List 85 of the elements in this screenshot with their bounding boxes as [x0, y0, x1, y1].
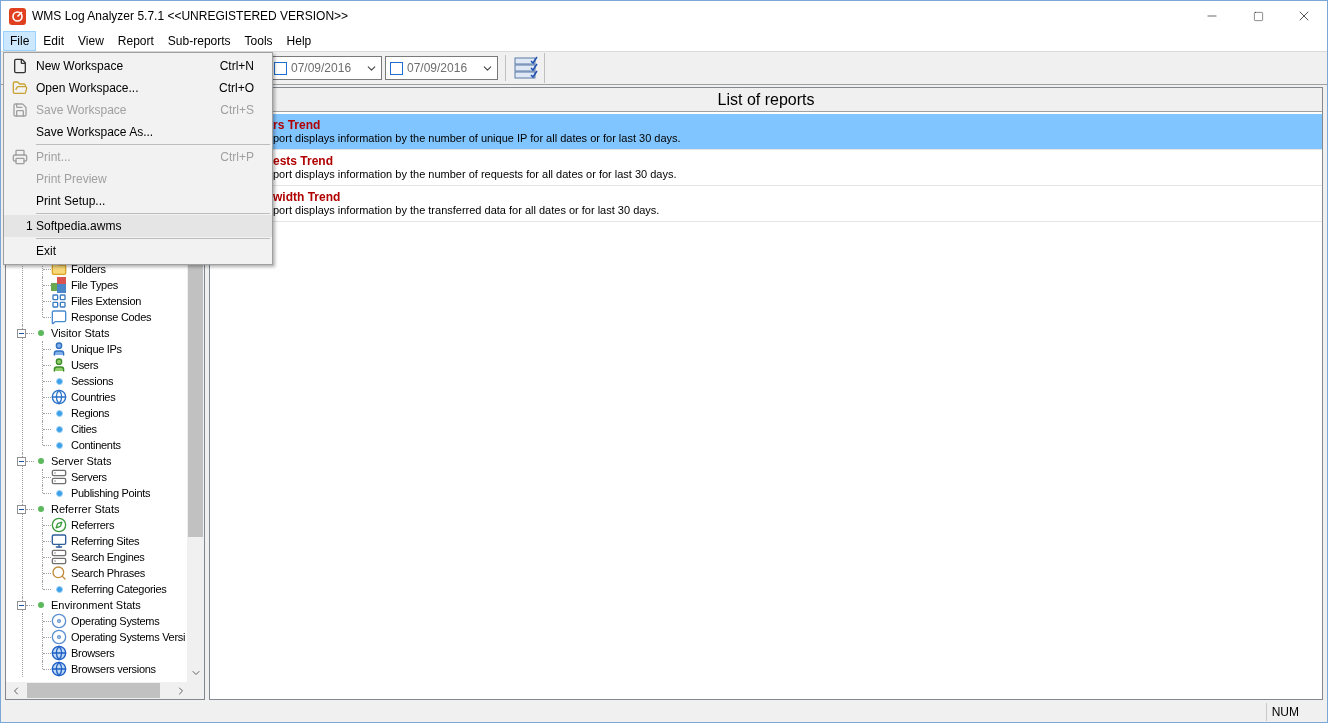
tree-item[interactable]: Referrers	[71, 516, 115, 534]
window-title: WMS Log Analyzer 5.7.1 <<UNREGISTERED VERSION>>	[32, 8, 349, 25]
cubes-icon	[51, 277, 67, 293]
tree-item[interactable]: Users	[71, 356, 99, 374]
menu-item[interactable]: Sub-reports	[160, 31, 238, 51]
tree-item[interactable]: Countries	[71, 388, 116, 406]
server-icon	[51, 469, 67, 485]
scrollbar-thumb[interactable]	[27, 683, 160, 698]
tree-item[interactable]: Operating Systems	[71, 612, 160, 630]
tree-item[interactable]: Unique IPs	[71, 340, 122, 358]
tree-group[interactable]: Environment Stats	[51, 596, 141, 614]
report-description: port displays information by the number of requests for all dates or for last 30 days.	[273, 168, 678, 181]
menu-item[interactable]: File	[3, 31, 37, 51]
bullet-icon	[55, 377, 63, 385]
tree-item[interactable]: Operating Systems Versi	[71, 628, 186, 646]
tree-item[interactable]: Continents	[71, 436, 121, 454]
menu-item[interactable]: Report	[110, 31, 161, 51]
date-field[interactable]: 07/09/2016	[385, 56, 498, 80]
tree-item[interactable]: Search Phrases	[71, 564, 146, 582]
bullet-icon	[55, 409, 63, 417]
columns-button[interactable]	[513, 55, 539, 81]
menu-entry[interactable]: Print Setup...	[4, 190, 272, 212]
tree-group[interactable]: Referrer Stats	[51, 500, 120, 518]
report-title: ests Trend	[273, 154, 335, 168]
printer-icon	[12, 149, 28, 165]
user-icon	[51, 357, 67, 373]
grid-icon	[51, 293, 67, 309]
menu-item[interactable]: Edit	[36, 31, 72, 51]
recent-file-item[interactable]: 1 Softpedia.awms	[4, 215, 272, 237]
tree-item[interactable]: Browsers versions	[71, 660, 156, 678]
magnifier-icon	[51, 565, 67, 581]
folder-icon	[12, 80, 28, 96]
num-lock-indicator: NUM	[1265, 703, 1307, 721]
bullet-icon	[55, 585, 63, 593]
tree-item[interactable]: Search Engines	[71, 548, 145, 566]
report-row[interactable]: rs Trend port displays information by the number of unique IP for all dates or for last 30 days.	[272, 114, 1322, 150]
maximize-icon	[1252, 10, 1264, 22]
tree-item[interactable]: Response Codes	[71, 308, 152, 326]
disc-icon	[51, 629, 67, 645]
user-icon	[51, 341, 67, 357]
server-icon	[51, 549, 67, 565]
menu-entry[interactable]: Exit	[4, 240, 272, 262]
tree-item[interactable]: Folders	[71, 260, 106, 278]
checklist-icon	[514, 56, 538, 80]
bullet-icon	[55, 425, 63, 433]
report-title: rs Trend	[273, 118, 322, 132]
tree-item[interactable]: File Types	[71, 276, 118, 294]
bullet-icon	[55, 489, 63, 497]
panel-title: List of reports	[717, 89, 815, 110]
speech-bubble-icon	[51, 309, 67, 325]
tree-item[interactable]: Sessions	[71, 372, 114, 390]
tree-item[interactable]: Regions	[71, 404, 110, 422]
tree-item[interactable]: Browsers	[71, 644, 115, 662]
tree-group[interactable]: Visitor Stats	[51, 324, 110, 342]
bullet-icon	[55, 441, 63, 449]
disc-icon	[51, 613, 67, 629]
menu-item[interactable]: View	[71, 31, 111, 51]
monitor-icon	[51, 533, 67, 549]
report-title: width Trend	[273, 190, 342, 204]
date-value: 07/09/2016	[291, 60, 352, 77]
collapse-toggle[interactable]	[17, 328, 26, 338]
menu-entry[interactable]: Save Workspace As...	[4, 121, 272, 143]
report-description: port displays information by the number of unique IP for all dates or for last 30 days.	[273, 132, 682, 145]
tree-item[interactable]: Cities	[71, 420, 97, 438]
tree-item[interactable]: Servers	[71, 468, 107, 486]
tree-item[interactable]: Files Extension	[71, 292, 142, 310]
checkbox[interactable]	[390, 61, 403, 75]
app-logo-icon	[9, 7, 26, 25]
collapse-toggle[interactable]	[17, 600, 26, 610]
page-icon	[12, 58, 28, 74]
date-value: 07/09/2016	[407, 60, 468, 77]
menu-item[interactable]: Help	[279, 31, 319, 51]
tree-item[interactable]: Publishing Points	[71, 484, 151, 502]
horizontal-scrollbar[interactable]	[6, 682, 204, 699]
menu-entry[interactable]: Open Workspace... Ctrl+O	[4, 77, 272, 99]
tree-group[interactable]: Server Stats	[51, 452, 112, 470]
checkbox[interactable]	[274, 61, 287, 75]
collapse-toggle[interactable]	[17, 504, 26, 514]
tree-item[interactable]: Referring Categories	[71, 580, 167, 598]
menu-item[interactable]: Tools	[237, 31, 280, 51]
collapse-toggle[interactable]	[17, 456, 26, 466]
menu-entry[interactable]: New Workspace Ctrl+N	[4, 55, 272, 77]
report-description: port displays information by the transferred data for all dates or for last 30 days.	[273, 204, 661, 217]
tree-item[interactable]: Referring Sites	[71, 532, 140, 550]
save-icon	[12, 102, 28, 118]
